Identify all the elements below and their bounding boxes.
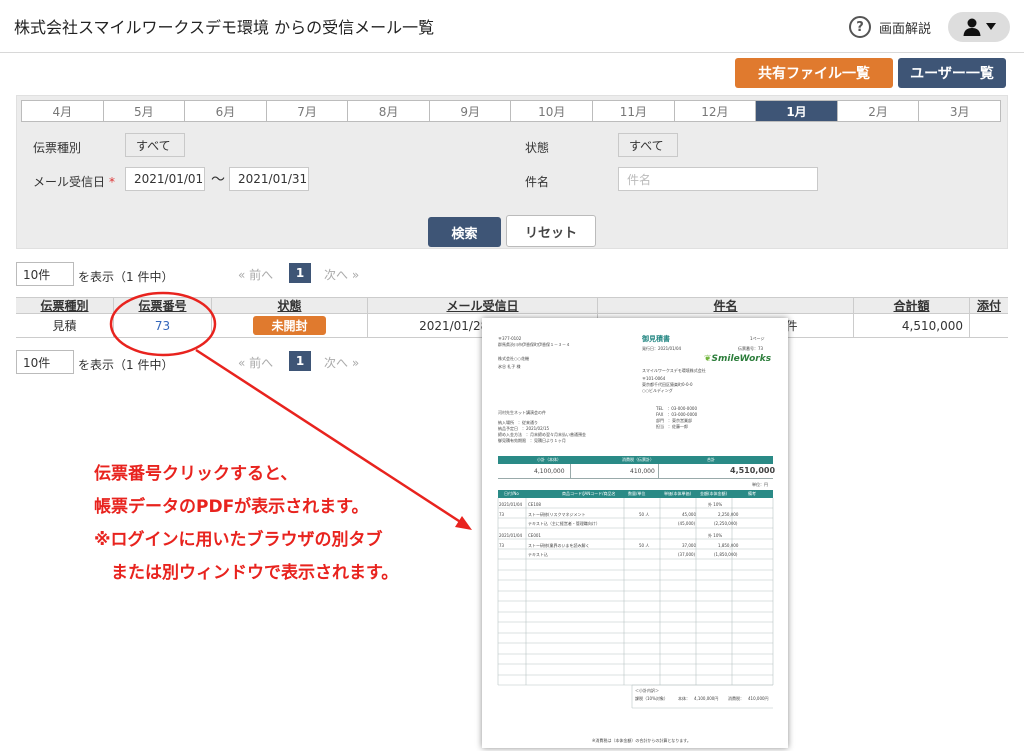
pdf-tax-breakdown: ＜小計内訳＞ (635, 688, 659, 693)
col-received[interactable]: メール受信日 (368, 298, 598, 313)
pdf-tax-line3: 消費税： 410,000円 (728, 696, 769, 701)
required-mark: * (109, 175, 116, 189)
cell-status: 未開封 (212, 314, 368, 337)
caret-down-icon (986, 23, 996, 30)
user-list-button[interactable]: ユーザー一覧 (898, 58, 1006, 88)
date-separator: 〜 (211, 172, 225, 188)
help-label: 画面解説 (879, 21, 932, 37)
date-from-input[interactable]: 2021/01/01 (125, 167, 205, 191)
slip-type-select[interactable]: すべて (125, 133, 185, 157)
col-attach[interactable]: 添付 (970, 298, 1008, 313)
pdf-tax-line1: 課税（10%対象） (635, 696, 668, 701)
help-icon: ? (849, 16, 871, 38)
annotation-text-1: 伝票番号クリックすると、 (94, 464, 298, 484)
result-count-bottom: を表示（1 件中） (78, 358, 174, 372)
month-tabs: 4月 5月 6月 7月 8月 9月 10月 11月 12月 1月 2月 3月 (21, 100, 1001, 122)
col-status[interactable]: 状態 (212, 298, 368, 313)
annotation-text-3: ※ログインに用いたブラウザの別タブ (94, 530, 383, 550)
search-button[interactable]: 検索 (428, 217, 501, 247)
month-tab-jan[interactable]: 1月 (756, 101, 838, 121)
col-slip-no[interactable]: 伝票番号 (114, 298, 212, 313)
mail-table-header: 伝票種別 伝票番号 状態 メール受信日 件名 合計額 添付 (16, 297, 1008, 314)
month-tab-may[interactable]: 5月 (104, 101, 186, 121)
per-page-select-bottom[interactable]: 10件 (16, 350, 74, 374)
reset-button[interactable]: リセット (506, 215, 596, 247)
pdf-items-grid (497, 498, 774, 709)
next-page-link-bottom[interactable]: 次へ » (324, 354, 359, 371)
month-tab-mar[interactable]: 3月 (919, 101, 1000, 121)
page-title: 株式会社スマイルワークスデモ環境 からの受信メール一覧 (14, 18, 435, 37)
slip-type-label: 伝票種別 (33, 141, 82, 155)
filter-panel: 4月 5月 6月 7月 8月 9月 10月 11月 12月 1月 2月 3月 伝… (16, 95, 1008, 249)
prev-page-link-bottom[interactable]: « 前へ (238, 354, 273, 371)
month-tab-feb[interactable]: 2月 (838, 101, 920, 121)
next-page-link-top[interactable]: 次へ » (324, 266, 359, 283)
status-badge: 未開封 (253, 316, 326, 335)
month-tab-aug[interactable]: 8月 (348, 101, 430, 121)
slip-number-link[interactable]: 73 (114, 314, 212, 337)
annotation-text-2: 帳票データのPDFが表示されます。 (94, 497, 369, 517)
help-link[interactable]: ? 画面解説 (849, 16, 931, 38)
result-count-top: を表示（1 件中） (78, 270, 174, 284)
status-label: 状態 (525, 141, 550, 155)
user-icon (963, 18, 981, 36)
prev-page-link-top[interactable]: « 前へ (238, 266, 273, 283)
col-subject[interactable]: 件名 (598, 298, 854, 313)
page-number-bottom[interactable]: 1 (289, 351, 311, 371)
header-divider (0, 52, 1024, 53)
subject-input[interactable]: 件名 (618, 167, 818, 191)
mail-date-label-text: メール受信日 (33, 175, 106, 189)
month-tab-sep[interactable]: 9月 (430, 101, 512, 121)
mail-date-label: メール受信日 * (33, 173, 115, 190)
month-tab-apr[interactable]: 4月 (22, 101, 104, 121)
cell-attach (970, 314, 1008, 337)
shared-files-button[interactable]: 共有ファイル一覧 (735, 58, 893, 88)
month-tab-dec[interactable]: 12月 (675, 101, 757, 121)
per-page-select-top[interactable]: 10件 (16, 262, 74, 286)
col-slip-type[interactable]: 伝票種別 (16, 298, 114, 313)
cell-slip-type: 見積 (16, 314, 114, 337)
month-tab-nov[interactable]: 11月 (593, 101, 675, 121)
subject-label: 件名 (525, 175, 550, 189)
arrow-head-icon (455, 516, 472, 530)
cell-total: 4,510,000 (854, 314, 970, 337)
col-total[interactable]: 合計額 (854, 298, 970, 313)
month-tab-oct[interactable]: 10月 (511, 101, 594, 121)
month-tab-jul[interactable]: 7月 (267, 101, 349, 121)
pdf-footer: ※消費税は（本体金額）の合計からの計算となります。 (592, 738, 691, 743)
status-select[interactable]: すべて (618, 133, 678, 157)
pdf-preview: 〒377-0102 群馬県渋川市伊香保町伊香保１－３－４ 株式会社○○花機 氷谷… (482, 318, 788, 748)
annotation-text-4: または別ウィンドウで表示されます。 (94, 563, 399, 583)
month-tab-jun[interactable]: 6月 (185, 101, 267, 121)
page-number-top[interactable]: 1 (289, 263, 311, 283)
date-to-input[interactable]: 2021/01/31 (229, 167, 309, 191)
pdf-tax-line2: 本体： 4,100,000円 (678, 696, 719, 701)
user-menu-button[interactable] (948, 12, 1010, 42)
